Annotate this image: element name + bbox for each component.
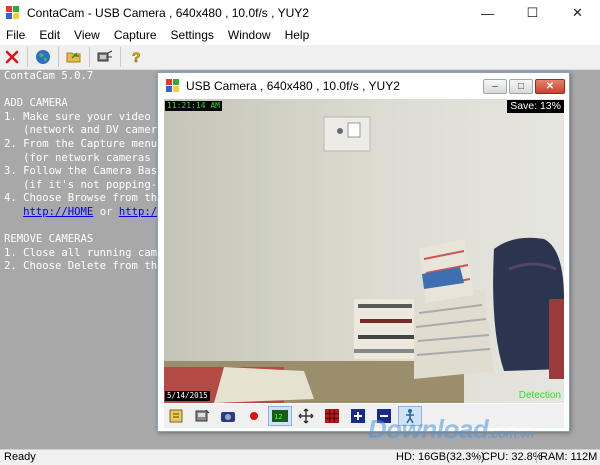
watermark: Download.com.vn: [368, 414, 534, 445]
snapshot-settings-button[interactable]: [164, 406, 188, 426]
move-button[interactable]: [294, 406, 318, 426]
camera-snapshot-button[interactable]: [216, 406, 240, 426]
home-link[interactable]: http://HOME: [23, 206, 93, 218]
status-ready: Ready: [4, 451, 36, 463]
network-globe-icon: [36, 50, 50, 64]
help-button[interactable]: ?: [124, 46, 148, 68]
help-icon: ?: [132, 49, 141, 65]
save-settings-icon: [195, 409, 210, 422]
help-line: 3. Follow the Camera Basic: [4, 165, 164, 178]
maximize-button[interactable]: ☐: [510, 0, 555, 26]
contacam-app-icon: [166, 79, 179, 92]
close-camera-icon: [5, 50, 19, 64]
minimize-button[interactable]: —: [465, 0, 510, 26]
help-text: ContaCam 5.0.7​ADD CAMERA1. Make sure yo…: [4, 70, 164, 274]
camera-close-button[interactable]: ✕: [535, 79, 565, 94]
help-line: (for network cameras s: [4, 151, 164, 164]
snapshot-settings-icon: [169, 409, 183, 423]
help-line: ADD CAMERA: [4, 97, 68, 110]
move-icon: [298, 408, 314, 424]
menu-file[interactable]: File: [0, 26, 32, 45]
help-line: (if it's not popping-up s: [23, 178, 164, 191]
help-line: 1. Make sure your video ca: [4, 110, 164, 123]
link-or: or: [93, 205, 119, 218]
zoom-in-button[interactable]: [346, 406, 370, 426]
help-line: 4. Choose Browse from the: [4, 192, 164, 205]
timestamp-icon: 12: [272, 410, 288, 422]
network-button[interactable]: [31, 46, 55, 68]
camera-settings-icon: [97, 50, 113, 62]
menu-bar: File Edit View Capture Settings Window H…: [0, 26, 600, 45]
status-cpu: CPU: 32.8%: [478, 451, 543, 463]
status-bar: Ready HD: 16GB(32.3%) CPU: 32.8% RAM: 11…: [0, 449, 600, 465]
help-line: ​: [4, 84, 164, 98]
toolbar-separator: [120, 47, 121, 67]
help-line: (network and DV camer: [4, 124, 158, 137]
camera-window-title: USB Camera , 640x480 , 10.0f/s , YUY2: [186, 79, 400, 93]
record-icon: [250, 412, 258, 420]
menu-window[interactable]: Window: [221, 26, 278, 45]
status-ram: RAM: 112M: [536, 451, 597, 463]
camera-scene: [164, 99, 564, 403]
menu-help[interactable]: Help: [278, 26, 317, 45]
menu-capture[interactable]: Capture: [107, 26, 164, 45]
main-toolbar: ?: [0, 45, 600, 70]
overlay-save-progress: Save: 13%: [507, 100, 564, 113]
camera-video-feed[interactable]: 11:21:14 AM Save: 13% 5/14/2015 Detectio…: [164, 99, 564, 403]
overlay-time: 11:21:14 AM: [165, 101, 222, 111]
help-line: 2. From the Capture menu: [4, 137, 158, 150]
record-button[interactable]: [242, 406, 266, 426]
open-folder-icon: [66, 52, 81, 63]
save-settings-button[interactable]: [190, 406, 214, 426]
toolbar-separator: [89, 47, 90, 67]
help-line: REMOVE CAMERAS: [4, 233, 94, 246]
camera-window-titlebar[interactable]: USB Camera , 640x480 , 10.0f/s , YUY2 – …: [158, 73, 569, 99]
watermark-suffix: .com.vn: [488, 426, 534, 441]
zoom-in-icon: [351, 409, 365, 423]
camera-window[interactable]: USB Camera , 640x480 , 10.0f/s , YUY2 – …: [157, 72, 570, 432]
svg-text:?: ?: [132, 49, 141, 65]
camera-maximize-button[interactable]: □: [509, 79, 533, 94]
overlay-detection: Detection: [518, 390, 561, 401]
toolbar-separator: [58, 47, 59, 67]
toolbar-separator: [27, 47, 28, 67]
close-button[interactable]: ✕: [555, 0, 600, 26]
camera-minimize-button[interactable]: –: [483, 79, 507, 94]
svg-text:12: 12: [274, 413, 282, 421]
timestamp-button[interactable]: 12: [268, 406, 292, 426]
status-hd: HD: 16GB(32.3%): [396, 451, 485, 463]
contacam-app-icon: [6, 6, 19, 19]
overlay-date: 5/14/2015: [165, 391, 210, 401]
camera-snapshot-icon: [221, 412, 235, 422]
menu-edit[interactable]: Edit: [32, 26, 67, 45]
grid-icon: [325, 409, 339, 423]
menu-settings[interactable]: Settings: [164, 26, 221, 45]
menu-view[interactable]: View: [67, 26, 107, 45]
open-folder-button[interactable]: [62, 46, 86, 68]
help-line: 1. Close all running camera: [4, 246, 164, 259]
help-link-line: http://HOME or http://l: [4, 206, 164, 220]
watermark-text: Download: [368, 414, 489, 444]
help-line: ​: [4, 220, 164, 234]
window-title: ContaCam - USB Camera , 640x480 , 10.0f/…: [27, 6, 309, 20]
main-titlebar: ContaCam - USB Camera , 640x480 , 10.0f/…: [0, 0, 600, 26]
close-camera-button[interactable]: [0, 46, 24, 68]
camera-settings-button[interactable]: [93, 46, 117, 68]
help-line: 2. Choose Delete from the: [4, 260, 164, 273]
grid-button[interactable]: [320, 406, 344, 426]
help-line: ContaCam 5.0.7: [4, 70, 94, 82]
